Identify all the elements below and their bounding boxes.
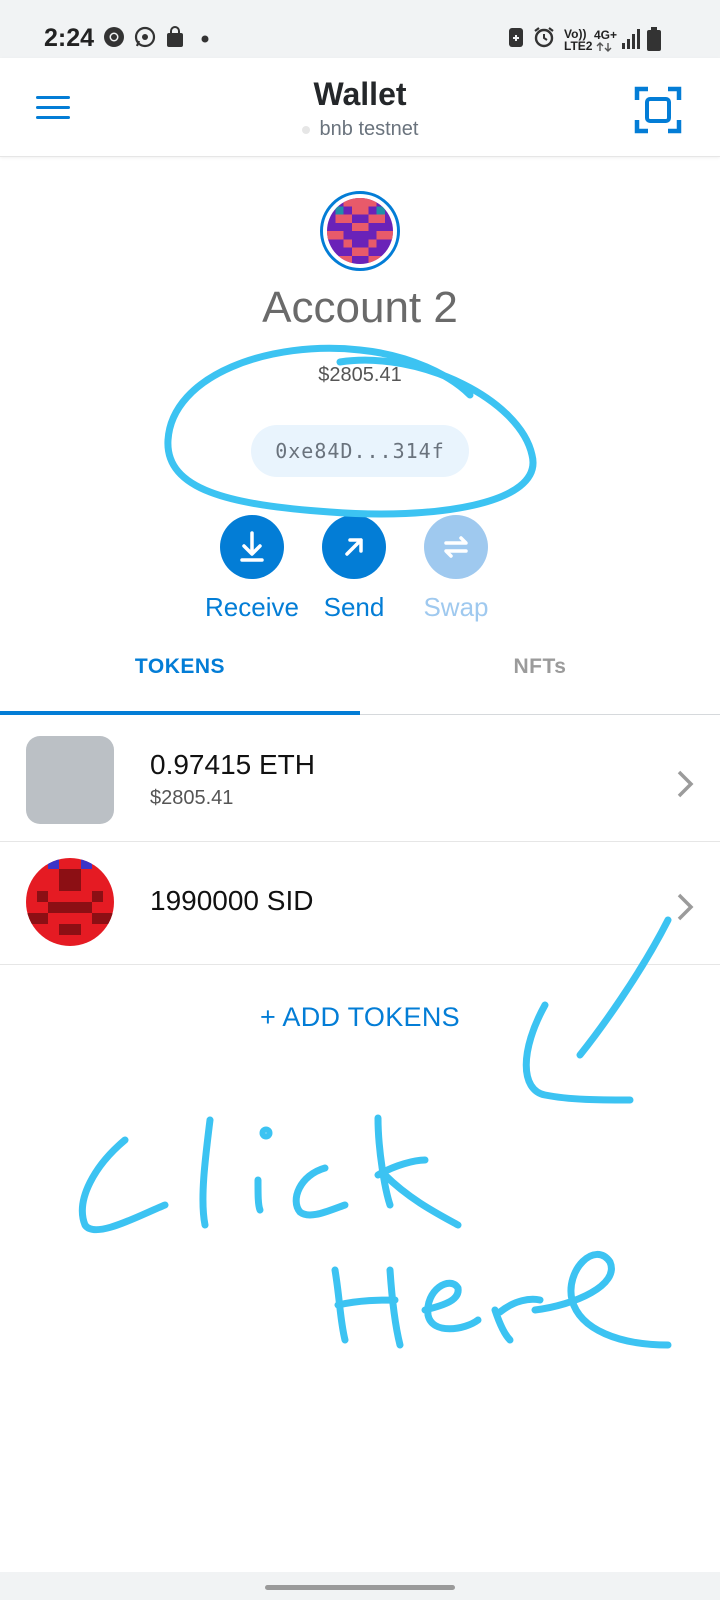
click-k	[374, 1114, 462, 1229]
whatsapp-icon	[134, 26, 156, 48]
network-type-label: 4G+	[594, 28, 618, 42]
account-avatar[interactable]	[320, 191, 400, 271]
tab-nfts[interactable]: NFTs	[360, 655, 720, 679]
send-button[interactable]	[322, 515, 386, 579]
send-label[interactable]: Send	[304, 592, 404, 623]
click-l	[199, 1116, 214, 1229]
token-amount: 0.97415 ETH	[150, 749, 315, 780]
here-e2	[531, 1251, 672, 1349]
swap-button[interactable]	[424, 515, 488, 579]
account-name[interactable]: Account 2	[0, 283, 720, 333]
home-gesture-handle[interactable]	[265, 1585, 455, 1590]
download-arrow-icon	[240, 531, 264, 562]
chevron-right-icon	[677, 893, 694, 921]
here-h	[331, 1266, 404, 1349]
battery-saver-icon	[509, 28, 523, 47]
active-tab-indicator	[0, 711, 360, 715]
add-tokens-button[interactable]: + ADD TOKENS	[0, 1002, 720, 1033]
swap-arrows-icon	[444, 536, 468, 558]
dot-icon	[201, 35, 209, 43]
shopping-bag-icon	[167, 26, 183, 47]
tab-tokens[interactable]: TOKENS	[0, 655, 360, 679]
page-title: Wallet	[313, 76, 407, 112]
click-i	[254, 1176, 264, 1214]
here-e	[421, 1279, 482, 1333]
lte-label: LTE2	[564, 39, 593, 53]
click-c	[78, 1136, 169, 1234]
status-time: 2:24	[44, 24, 95, 52]
sid-pixel-icon	[26, 858, 114, 946]
receive-label[interactable]: Receive	[196, 592, 308, 623]
chrome-icon	[104, 27, 124, 47]
click-c2	[292, 1164, 349, 1219]
qr-scan-icon[interactable]	[634, 86, 682, 134]
arrow-up-right-icon	[345, 538, 363, 556]
network-selector[interactable]: bnb testnet	[0, 118, 720, 141]
receive-button[interactable]	[220, 515, 284, 579]
token-amount: 1990000 SID	[150, 885, 314, 916]
swap-label[interactable]: Swap	[406, 592, 506, 623]
network-status-dot	[301, 125, 310, 134]
token-fiat-value: $2805.41	[150, 787, 234, 809]
battery-icon	[647, 27, 661, 51]
signal-icon	[622, 29, 640, 49]
network-name: bnb testnet	[319, 118, 419, 140]
eth-placeholder-icon	[26, 736, 114, 824]
data-arrows-icon	[596, 42, 612, 52]
alarm-icon	[534, 27, 554, 48]
chevron-right-icon	[677, 770, 694, 798]
identicon-icon	[327, 198, 393, 264]
here-r	[491, 1295, 544, 1344]
account-address-pill[interactable]: 0xe84D...314f	[251, 425, 469, 477]
account-balance: $2805.41	[318, 364, 402, 386]
